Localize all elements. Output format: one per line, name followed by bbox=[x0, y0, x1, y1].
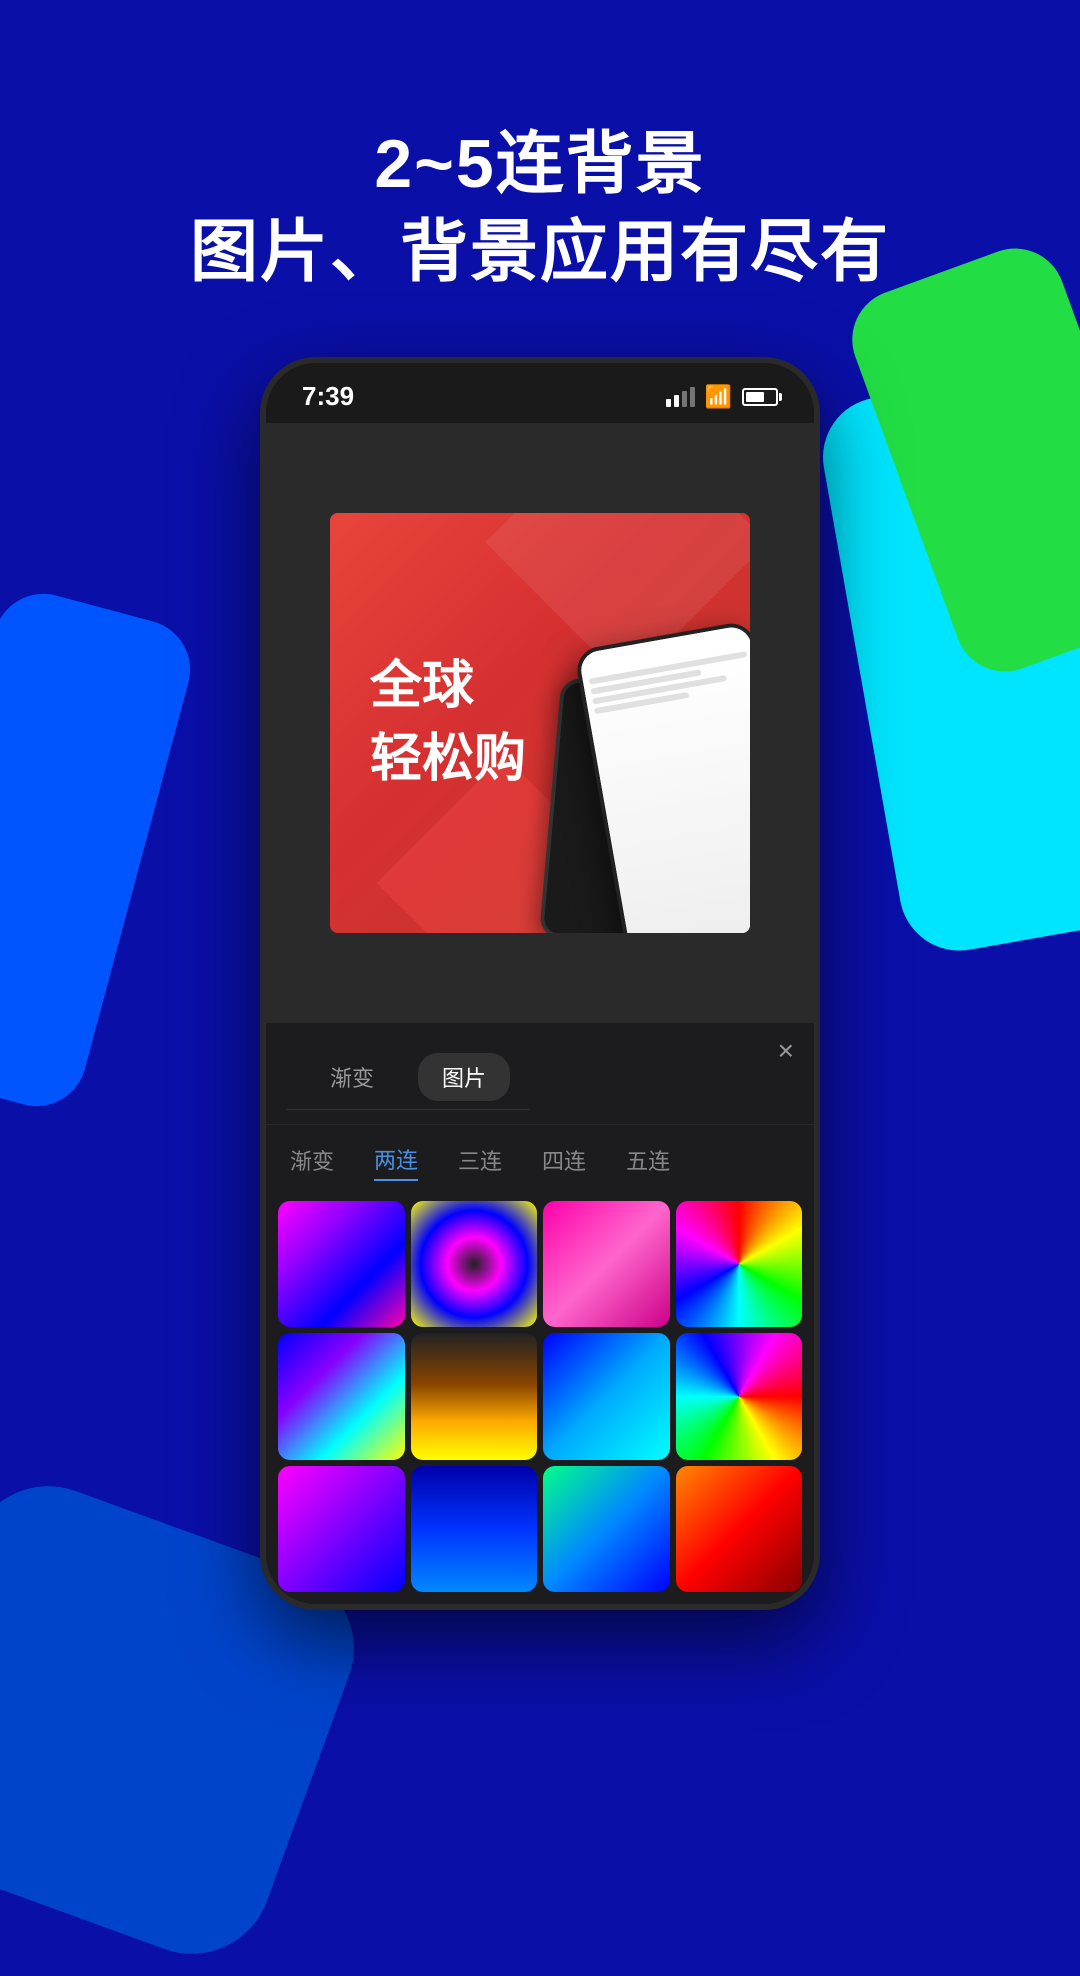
page-title: 2~5连背景 图片、背景应用有尽有 bbox=[0, 120, 1080, 297]
swatches-grid bbox=[266, 1195, 814, 1605]
title-line2: 图片、背景应用有尽有 bbox=[190, 214, 890, 290]
swatch-5[interactable] bbox=[278, 1333, 405, 1460]
swatch-10[interactable] bbox=[411, 1466, 538, 1593]
tab-gradient[interactable]: 渐变 bbox=[306, 1053, 398, 1101]
app-content: 全球 轻松购 bbox=[266, 423, 814, 1023]
swatch-9[interactable] bbox=[278, 1466, 405, 1593]
phone-mockup-wrapper: 7:39 📶 全球 轻松购 bbox=[0, 357, 1080, 1611]
swatch-4[interactable] bbox=[676, 1201, 803, 1328]
status-time: 7:39 bbox=[302, 381, 354, 412]
sub-tab-four[interactable]: 四连 bbox=[542, 1139, 586, 1181]
swatch-3[interactable] bbox=[543, 1201, 670, 1328]
battery-fill bbox=[746, 392, 764, 402]
title-line1: 2~5连背景 bbox=[374, 126, 705, 202]
preview-text: 全球 轻松购 bbox=[370, 650, 526, 796]
sub-tab-five[interactable]: 五连 bbox=[626, 1139, 670, 1181]
swatch-11[interactable] bbox=[543, 1466, 670, 1593]
signal-bar-3 bbox=[682, 391, 687, 407]
bottom-panel: 渐变 图片 × 渐变 两连 三连 四连 五连 bbox=[266, 1023, 814, 1605]
signal-bar-4 bbox=[690, 387, 695, 407]
signal-bars-icon bbox=[666, 387, 695, 407]
status-icons: 📶 bbox=[666, 384, 778, 410]
preview-image: 全球 轻松购 bbox=[330, 513, 750, 933]
wifi-icon: 📶 bbox=[705, 384, 732, 410]
sub-tab-gradient[interactable]: 渐变 bbox=[290, 1139, 334, 1181]
preview-text-line2: 轻松购 bbox=[370, 723, 526, 796]
swatch-1[interactable] bbox=[278, 1201, 405, 1328]
tab-image[interactable]: 图片 bbox=[418, 1053, 510, 1101]
swatch-2[interactable] bbox=[411, 1201, 538, 1328]
swatch-12[interactable] bbox=[676, 1466, 803, 1593]
title-section: 2~5连背景 图片、背景应用有尽有 bbox=[0, 0, 1080, 357]
swatch-8[interactable] bbox=[676, 1333, 803, 1460]
sub-tab-three[interactable]: 三连 bbox=[458, 1139, 502, 1181]
phone-frame: 7:39 📶 全球 轻松购 bbox=[260, 357, 820, 1611]
swatch-6[interactable] bbox=[411, 1333, 538, 1460]
signal-bar-1 bbox=[666, 399, 671, 407]
close-button[interactable]: × bbox=[778, 1037, 794, 1065]
status-bar: 7:39 📶 bbox=[266, 363, 814, 423]
preview-text-line1: 全球 bbox=[370, 650, 526, 723]
preview-card: 全球 轻松购 bbox=[330, 513, 750, 933]
tab-bar: 渐变 图片 bbox=[286, 1037, 530, 1110]
signal-bar-2 bbox=[674, 395, 679, 407]
sub-tab-two[interactable]: 两连 bbox=[374, 1139, 418, 1181]
swatch-7[interactable] bbox=[543, 1333, 670, 1460]
battery-icon bbox=[742, 388, 778, 406]
sub-tabs: 渐变 两连 三连 四连 五连 bbox=[266, 1125, 814, 1195]
tab-bar-wrapper: 渐变 图片 × bbox=[266, 1023, 814, 1125]
